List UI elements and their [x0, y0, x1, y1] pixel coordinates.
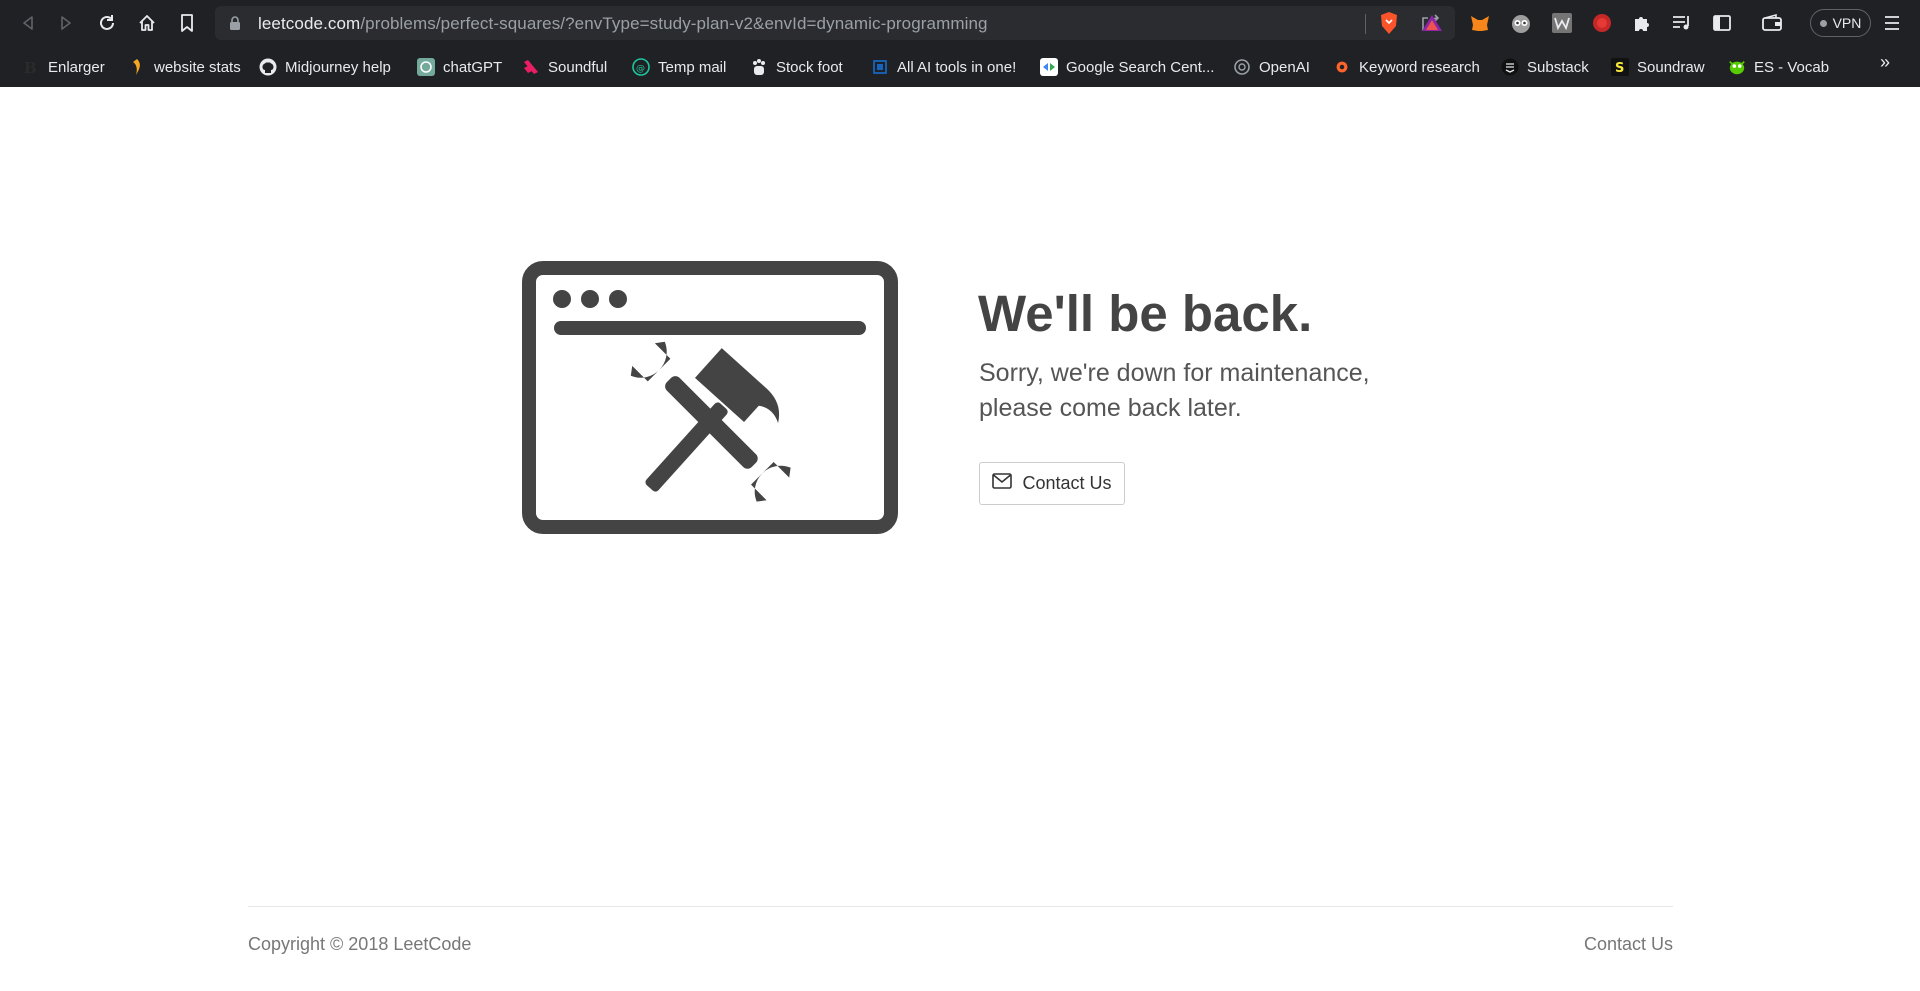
bookmark-label: ES - Vocab [1754, 58, 1830, 76]
bookmark-item[interactable]: OpenAI [1233, 55, 1310, 79]
bookmark-item[interactable]: Substack [1501, 55, 1589, 79]
bookmark-item[interactable]: Soundful [522, 55, 607, 79]
svg-text:S: S [1615, 61, 1624, 76]
google-search-central-favicon [1040, 58, 1058, 76]
bookmark-item[interactable]: chatGPT [417, 55, 502, 79]
url-text[interactable]: leetcode.com/problems/perfect-squares/?e… [258, 14, 988, 34]
extensions-puzzle-icon[interactable] [1629, 10, 1655, 36]
bookmark-label: Google Search Cent... [1066, 58, 1215, 76]
bookmark-label: website stats [154, 58, 241, 76]
bookmark-label: Stock foot [776, 58, 843, 76]
substack-favicon [1501, 58, 1519, 76]
bookmark-label: Soundful [548, 58, 608, 76]
bookmark-label: chatGPT [443, 58, 503, 76]
vpn-button[interactable]: VPN [1810, 9, 1871, 37]
bookmarks-bar: B Enlarger website stats Midjourney help… [0, 46, 1920, 87]
brave-shield-icon[interactable] [1376, 10, 1402, 36]
url-host: leetcode.com [258, 14, 361, 33]
footer-contact-link[interactable]: Contact Us [1584, 934, 1673, 955]
sidebar-toggle-icon[interactable] [1709, 10, 1735, 36]
vpn-status-dot [1819, 19, 1827, 27]
soundraw-favicon: S [1611, 58, 1629, 76]
home-icon[interactable] [131, 7, 163, 39]
bookmark-label: All AI tools in one! [897, 58, 1017, 76]
extension-record-icon[interactable] [1589, 10, 1615, 36]
bookmark-label: OpenAI [1259, 58, 1310, 76]
browser-toolbar: leetcode.com/problems/perfect-squares/?e… [0, 0, 1920, 46]
github-favicon [259, 58, 277, 76]
bookmark-label: Enlarger [48, 58, 105, 76]
bookmark-item[interactable]: Keyword research [1333, 55, 1480, 79]
bookmark-item[interactable]: S Soundraw [1611, 55, 1705, 79]
bookmark-item[interactable]: website stats [128, 55, 241, 79]
enlarger-favicon: B [22, 58, 40, 76]
more-bookmarks-button[interactable]: » [1880, 52, 1890, 73]
brave-rewards-icon[interactable] [1419, 10, 1445, 36]
ai-tools-favicon [871, 58, 889, 76]
address-bar[interactable]: leetcode.com/problems/perfect-squares/?e… [215, 6, 1455, 40]
soundful-favicon [522, 58, 540, 76]
back-icon[interactable] [12, 7, 44, 39]
tools-icon [630, 341, 791, 502]
lock-icon [229, 16, 241, 35]
page-title: We'll be back. [978, 285, 1313, 342]
footer-divider [248, 906, 1673, 907]
url-path: /problems/perfect-squares/?envType=study… [360, 14, 988, 33]
stock-foot-favicon [750, 58, 768, 76]
browser-menu-icon[interactable] [1879, 10, 1905, 36]
bookmark-icon[interactable] [171, 7, 203, 39]
svg-text:B: B [24, 59, 37, 76]
bookmark-item[interactable]: Midjourney help [259, 55, 391, 79]
maintenance-message: Sorry, we're down for maintenance, pleas… [979, 359, 1370, 422]
bookmark-item[interactable]: Stock foot [750, 55, 843, 79]
temp-mail-favicon: @ [632, 58, 650, 76]
toolbar-divider [1365, 14, 1366, 34]
browser-window-icon [522, 261, 898, 534]
metamask-icon[interactable] [1467, 10, 1493, 36]
reload-icon[interactable] [91, 7, 123, 39]
extension-owl-icon[interactable] [1508, 10, 1534, 36]
website-stats-favicon [128, 58, 146, 76]
bookmark-item[interactable]: B Enlarger [22, 55, 105, 79]
bookmark-label: Temp mail [658, 58, 727, 76]
bookmark-item[interactable]: All AI tools in one! [871, 55, 1016, 79]
media-controls-icon[interactable] [1669, 10, 1695, 36]
svg-text:@: @ [636, 64, 645, 74]
extension-w-icon[interactable] [1549, 10, 1575, 36]
maintenance-illustration [522, 261, 898, 534]
bookmark-item[interactable]: ES - Vocab [1728, 55, 1829, 79]
footer-copyright: Copyright © 2018 LeetCode [248, 934, 472, 954]
bookmark-label: Soundraw [1637, 58, 1705, 76]
vpn-label: VPN [1832, 15, 1862, 31]
bookmark-item[interactable]: @ Temp mail [632, 55, 726, 79]
openai-favicon [1233, 58, 1251, 76]
contact-us-label: Contact Us [1022, 473, 1112, 493]
contact-us-button[interactable]: Contact Us [979, 462, 1125, 505]
chatgpt-favicon [417, 58, 435, 76]
envelope-icon [992, 473, 1013, 494]
wallet-icon[interactable] [1759, 10, 1785, 36]
es-vocab-favicon [1728, 58, 1746, 76]
browser-chrome: leetcode.com/problems/perfect-squares/?e… [0, 0, 1920, 87]
bookmark-item[interactable]: Google Search Cent... [1040, 55, 1214, 79]
bookmark-label: Substack [1527, 58, 1589, 76]
bookmark-label: Keyword research [1359, 58, 1480, 76]
bookmark-label: Midjourney help [285, 58, 391, 76]
hammer-icon [645, 348, 780, 492]
forward-icon[interactable] [50, 7, 82, 39]
keyword-research-favicon [1333, 58, 1351, 76]
